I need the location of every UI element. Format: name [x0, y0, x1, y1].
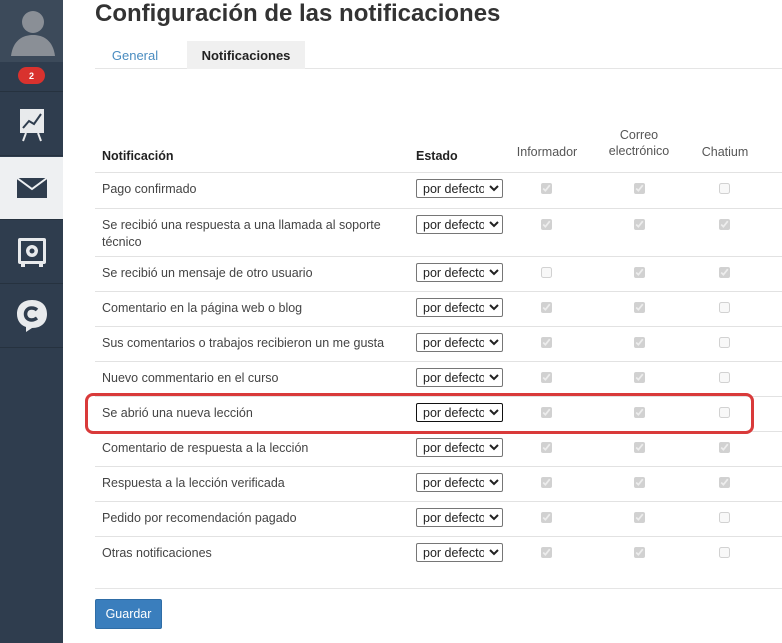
chatium-logo-icon [16, 300, 47, 332]
status-select[interactable]: por defecto [416, 543, 503, 562]
user-avatar-icon [10, 11, 55, 56]
chatium-checkbox[interactable] [719, 512, 730, 523]
notification-label: Pago confirmado [102, 182, 197, 196]
table-row: Se recibió una respuesta a una llamada a… [95, 208, 782, 256]
table-row: Pago confirmado por defecto [95, 172, 782, 208]
chatium-checkbox[interactable] [719, 477, 730, 488]
chatium-checkbox[interactable] [719, 337, 730, 348]
informer-checkbox[interactable] [541, 407, 552, 418]
email-checkbox[interactable] [634, 547, 645, 558]
sidebar-item-stats[interactable] [0, 93, 63, 156]
table-row: Se recibió un mensaje de otro usuario por… [95, 256, 782, 291]
status-select[interactable]: por defecto [416, 179, 503, 198]
avatar[interactable] [0, 0, 63, 62]
safe-icon [17, 238, 46, 267]
chatium-checkbox[interactable] [719, 547, 730, 558]
informer-checkbox[interactable] [541, 337, 552, 348]
save-button[interactable]: Guardar [95, 599, 162, 629]
chart-board-icon [19, 109, 44, 142]
status-select[interactable]: por defecto [416, 333, 503, 352]
header-email-line2: electrónico [608, 144, 670, 158]
email-checkbox[interactable] [634, 302, 645, 313]
email-checkbox[interactable] [634, 219, 645, 230]
notification-label: Otras notificaciones [102, 546, 212, 560]
chatium-checkbox[interactable] [719, 267, 730, 278]
informer-checkbox[interactable] [541, 302, 552, 313]
tab-notifications[interactable]: Notificaciones [187, 41, 305, 69]
email-checkbox[interactable] [634, 512, 645, 523]
table-row: Sus comentarios o trabajos recibieron un… [95, 326, 782, 361]
notification-label: Respuesta a la lección verificada [102, 476, 285, 490]
informer-checkbox[interactable] [541, 512, 552, 523]
notification-label: Sus comentarios o trabajos recibieron un… [102, 336, 385, 350]
status-select[interactable]: por defecto [416, 508, 503, 527]
email-checkbox[interactable] [634, 477, 645, 488]
email-checkbox[interactable] [634, 372, 645, 383]
informer-checkbox[interactable] [541, 442, 552, 453]
email-checkbox[interactable] [634, 183, 645, 194]
table-row: Otras notificaciones por defecto [95, 536, 782, 571]
chatium-checkbox[interactable] [719, 372, 730, 383]
chatium-checkbox[interactable] [719, 407, 730, 418]
sidebar-item-messages[interactable] [0, 157, 63, 220]
header-email: Correo electrónico [603, 127, 675, 159]
chatium-checkbox[interactable] [719, 183, 730, 194]
status-select[interactable]: por defecto [416, 438, 503, 457]
status-select[interactable]: por defecto [416, 473, 503, 492]
table-row: Respuesta a la lección verificada por def… [95, 466, 782, 501]
divider [95, 588, 782, 589]
notification-badge: 2 [18, 67, 45, 84]
informer-checkbox[interactable] [541, 183, 552, 194]
status-select[interactable]: por defecto [416, 368, 503, 387]
status-select[interactable]: por defecto [416, 298, 503, 317]
chatium-checkbox[interactable] [719, 442, 730, 453]
email-checkbox[interactable] [634, 267, 645, 278]
header-email-line1: Correo [619, 128, 659, 142]
notification-label: Se recibió un mensaje de otro usuario [102, 266, 313, 280]
tab-general[interactable]: General [95, 41, 175, 69]
notification-label: Pedido por recomendación pagado [102, 511, 297, 525]
informer-checkbox[interactable] [541, 219, 552, 230]
sidebar: 2 [0, 0, 63, 643]
envelope-icon [15, 177, 48, 198]
notification-label: Nuevo commentario en el curso [102, 371, 279, 385]
notification-label: Se abrió una nueva lección [102, 406, 253, 420]
table-row: Comentario en la página web o blog por de… [95, 291, 782, 326]
header-chatium: Chatium [701, 145, 749, 159]
notification-label: Comentario de respuesta a la lección [102, 441, 309, 455]
table-row: Pedido por recomendación pagado por defec… [95, 501, 782, 536]
informer-checkbox[interactable] [541, 477, 552, 488]
main-content: Configuración de las notificaciones Gene… [95, 0, 782, 643]
informer-checkbox[interactable] [541, 547, 552, 558]
notification-label: Se recibió una respuesta a una llamada a… [102, 218, 381, 249]
email-checkbox[interactable] [634, 442, 645, 453]
status-select[interactable]: por defecto [416, 263, 503, 282]
tab-bar: General Notificaciones [95, 41, 782, 69]
page-title: Configuración de las notificaciones [95, 0, 501, 27]
email-checkbox[interactable] [634, 407, 645, 418]
sidebar-item-chatium[interactable] [0, 285, 63, 348]
table-row: Nuevo commentario en el curso por defecto [95, 361, 782, 396]
header-status: Estado [416, 149, 458, 163]
header-notification: Notificación [102, 149, 174, 163]
email-checkbox[interactable] [634, 337, 645, 348]
informer-checkbox[interactable] [541, 372, 552, 383]
status-select[interactable]: por defecto [416, 215, 503, 234]
chatium-checkbox[interactable] [719, 219, 730, 230]
table-row: Se abrió una nueva lección por defecto [95, 396, 782, 431]
chatium-checkbox[interactable] [719, 302, 730, 313]
header-informer: Informador [516, 145, 578, 159]
notification-badge-row[interactable]: 2 [0, 62, 63, 92]
sidebar-item-safe[interactable] [0, 221, 63, 284]
informer-checkbox[interactable] [541, 267, 552, 278]
status-select[interactable]: por defecto [416, 403, 503, 422]
table-row: Comentario de respuesta a la lección por … [95, 431, 782, 466]
notification-label: Comentario en la página web o blog [102, 301, 303, 315]
